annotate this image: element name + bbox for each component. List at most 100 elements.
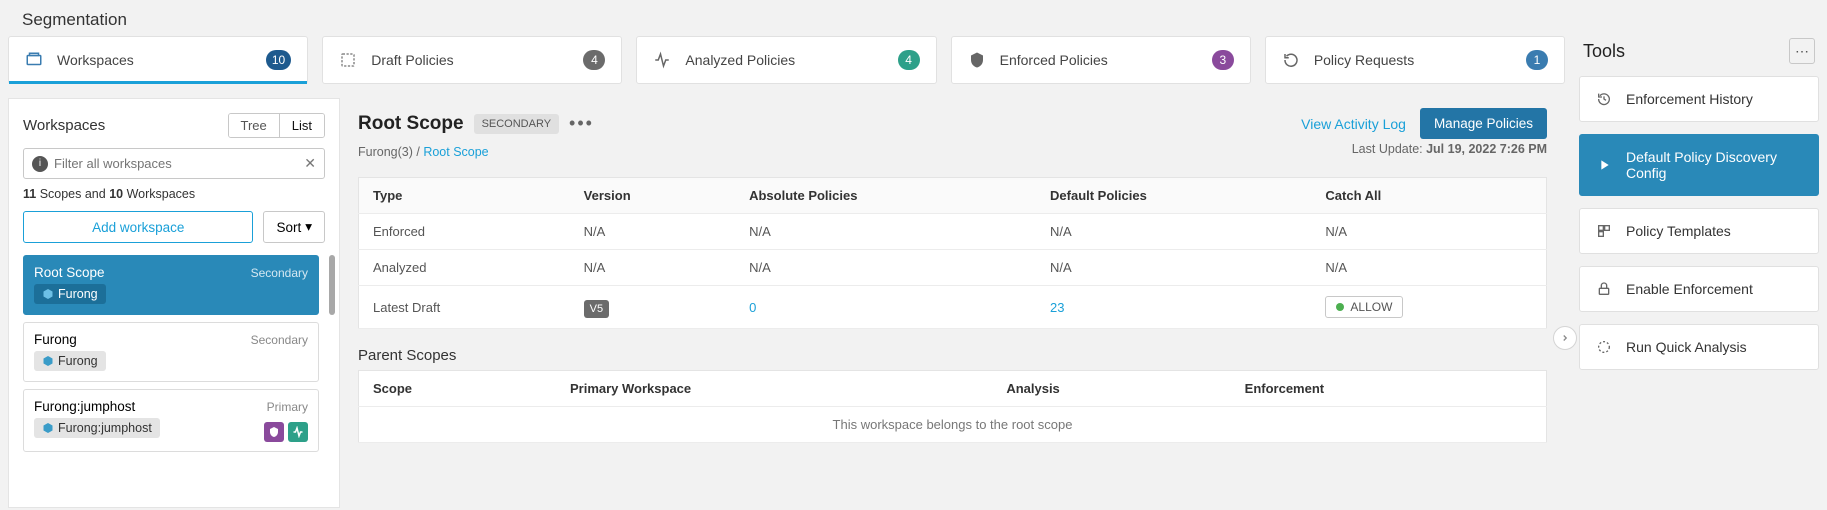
th-primary: Primary Workspace bbox=[556, 371, 992, 407]
filter-row: i ✕ bbox=[23, 148, 325, 179]
ws-tag: Secondary bbox=[251, 266, 308, 280]
th-scope: Scope bbox=[359, 371, 556, 407]
tool-run-quick-analysis[interactable]: Run Quick Analysis bbox=[1579, 324, 1819, 370]
tab-badge: 10 bbox=[266, 50, 291, 70]
ws-chip: Furong bbox=[34, 284, 106, 304]
th-version: Version bbox=[570, 178, 735, 214]
tools-title: Tools bbox=[1583, 41, 1625, 62]
dot-icon bbox=[1336, 303, 1344, 311]
table-row: EnforcedN/AN/AN/AN/A bbox=[359, 214, 1547, 250]
filter-input[interactable] bbox=[54, 156, 304, 171]
analyzed-icon bbox=[653, 51, 671, 69]
ws-name: Root Scope bbox=[34, 265, 105, 280]
tool-label: Policy Templates bbox=[1626, 223, 1731, 239]
tab-badge: 1 bbox=[1526, 50, 1548, 70]
summary-line: 11 Scopes and 10 Workspaces bbox=[23, 187, 325, 201]
workspace-card-root-scope[interactable]: Root Scope Secondary Furong bbox=[23, 255, 319, 315]
scope-chip: SECONDARY bbox=[474, 114, 559, 134]
parent-scopes-title: Parent Scopes bbox=[358, 347, 1547, 364]
workspace-card-furong-jumphost[interactable]: Furong:jumphost Primary Furong:jumphost bbox=[23, 389, 319, 452]
ws-tag: Secondary bbox=[251, 333, 308, 347]
th-catch: Catch All bbox=[1311, 178, 1546, 214]
th-def: Default Policies bbox=[1036, 178, 1311, 214]
tab-label: Enforced Policies bbox=[1000, 52, 1108, 68]
allow-pill: ALLOW bbox=[1325, 296, 1403, 318]
tool-enable-enforcement[interactable]: Enable Enforcement bbox=[1579, 266, 1819, 312]
tab-policy-requests[interactable]: Policy Requests 1 bbox=[1265, 36, 1565, 84]
enforced-icon bbox=[968, 51, 986, 69]
scrollbar[interactable] bbox=[329, 255, 335, 315]
tool-enforcement-history[interactable]: Enforcement History bbox=[1579, 76, 1819, 122]
collapse-arrow[interactable] bbox=[1553, 326, 1577, 350]
view-toggle: Tree List bbox=[228, 113, 325, 138]
toggle-tree[interactable]: Tree bbox=[229, 114, 280, 137]
tab-label: Workspaces bbox=[57, 52, 134, 68]
toggle-list[interactable]: List bbox=[280, 114, 324, 137]
play-icon bbox=[1596, 157, 1612, 173]
ws-name: Furong:jumphost bbox=[34, 399, 135, 414]
th-type: Type bbox=[359, 178, 570, 214]
th-abs: Absolute Policies bbox=[735, 178, 1036, 214]
last-update: Last Update: Jul 19, 2022 7:26 PM bbox=[1352, 142, 1547, 156]
tool-policy-templates[interactable]: Policy Templates bbox=[1579, 208, 1819, 254]
info-icon: i bbox=[32, 156, 48, 172]
ws-name: Furong bbox=[34, 332, 77, 347]
page-title: Segmentation bbox=[0, 0, 1827, 36]
requests-icon bbox=[1282, 51, 1300, 69]
cube-icon bbox=[42, 288, 54, 300]
policy-table: Type Version Absolute Policies Default P… bbox=[358, 177, 1547, 329]
tool-label: Run Quick Analysis bbox=[1626, 339, 1747, 355]
lock-icon bbox=[1596, 281, 1612, 297]
tab-draft-policies[interactable]: Draft Policies 4 bbox=[322, 36, 622, 84]
history-icon bbox=[1596, 91, 1612, 107]
tool-default-policy-discovery[interactable]: Default Policy Discovery Config bbox=[1579, 134, 1819, 196]
tab-badge: 4 bbox=[898, 50, 920, 70]
th-analysis: Analysis bbox=[992, 371, 1230, 407]
sort-button[interactable]: Sort▾ bbox=[263, 211, 325, 243]
def-link[interactable]: 23 bbox=[1050, 300, 1064, 315]
tab-label: Draft Policies bbox=[371, 52, 453, 68]
shield-icon bbox=[264, 422, 284, 442]
more-icon[interactable]: ••• bbox=[569, 113, 594, 134]
tab-label: Policy Requests bbox=[1314, 52, 1414, 68]
workspace-card-furong[interactable]: Furong Secondary Furong bbox=[23, 322, 319, 382]
table-row: AnalyzedN/AN/AN/AN/A bbox=[359, 250, 1547, 286]
tool-label: Enforcement History bbox=[1626, 91, 1753, 107]
version-badge: V5 bbox=[584, 300, 609, 318]
tab-badge: 4 bbox=[583, 50, 605, 70]
templates-icon bbox=[1596, 223, 1612, 239]
tool-label: Default Policy Discovery Config bbox=[1626, 149, 1802, 181]
workspaces-icon bbox=[25, 51, 43, 69]
tools-panel: Tools ⋯ Enforcement History Default Poli… bbox=[1579, 36, 1819, 508]
cube-icon bbox=[42, 422, 54, 434]
cube-icon bbox=[42, 355, 54, 367]
chevron-right-icon bbox=[1560, 333, 1570, 343]
scope-table: Scope Primary Workspace Analysis Enforce… bbox=[358, 370, 1547, 443]
tool-label: Enable Enforcement bbox=[1626, 281, 1753, 297]
tab-workspaces[interactable]: Workspaces 10 bbox=[8, 36, 308, 84]
tab-badge: 3 bbox=[1212, 50, 1234, 70]
breadcrumb-link[interactable]: Root Scope bbox=[423, 145, 488, 159]
view-activity-log-link[interactable]: View Activity Log bbox=[1301, 116, 1406, 132]
ws-chip: Furong:jumphost bbox=[34, 418, 160, 438]
draft-icon bbox=[339, 51, 357, 69]
left-pane: Workspaces Tree List i ✕ 11 Scopes and 1… bbox=[8, 98, 340, 508]
tab-enforced-policies[interactable]: Enforced Policies 3 bbox=[951, 36, 1251, 84]
workspaces-title: Workspaces bbox=[23, 117, 105, 134]
loader-icon bbox=[1596, 339, 1612, 355]
tools-menu-button[interactable]: ⋯ bbox=[1789, 38, 1815, 64]
scope-title: Root Scope bbox=[358, 113, 464, 135]
tab-analyzed-policies[interactable]: Analyzed Policies 4 bbox=[636, 36, 936, 84]
table-row: Latest Draft V5 0 23 ALLOW bbox=[359, 286, 1547, 329]
manage-policies-button[interactable]: Manage Policies bbox=[1420, 108, 1547, 139]
pulse-icon bbox=[288, 422, 308, 442]
caret-down-icon: ▾ bbox=[305, 219, 312, 235]
tabs-row: Workspaces 10 Draft Policies 4 Analyzed … bbox=[8, 36, 1565, 84]
add-workspace-button[interactable]: Add workspace bbox=[23, 211, 253, 243]
ws-tag: Primary bbox=[267, 400, 308, 414]
right-pane: Root Scope SECONDARY ••• View Activity L… bbox=[340, 98, 1565, 508]
clear-filter-icon[interactable]: ✕ bbox=[304, 155, 316, 172]
ws-chip: Furong bbox=[34, 351, 106, 371]
th-enforcement: Enforcement bbox=[1231, 371, 1547, 407]
abs-link[interactable]: 0 bbox=[749, 300, 756, 315]
